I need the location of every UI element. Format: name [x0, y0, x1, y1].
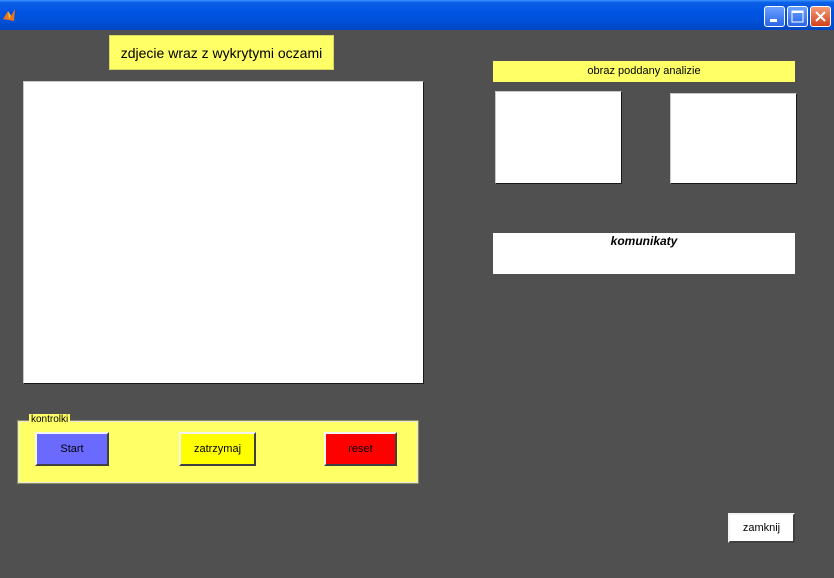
controls-panel-title: kontrolki: [29, 414, 71, 426]
analysis-title-label: obraz poddany analizie: [493, 61, 795, 82]
close-app-button[interactable]: zamknij: [728, 513, 795, 543]
main-image-axes[interactable]: [23, 81, 424, 384]
minimize-button[interactable]: [764, 6, 785, 27]
image-title-label: zdjecie wraz z wykrytymi oczami: [109, 35, 334, 70]
stop-button[interactable]: zatrzymaj: [179, 432, 256, 466]
analysis-right-axes[interactable]: [670, 93, 797, 184]
close-window-button[interactable]: [810, 6, 831, 27]
analysis-left-axes[interactable]: [495, 91, 622, 184]
maximize-button[interactable]: [787, 6, 808, 27]
messages-title: komunikaty: [610, 234, 678, 248]
messages-box: komunikaty: [493, 233, 795, 274]
minimize-icon: [770, 19, 777, 22]
maximize-icon: [791, 10, 804, 23]
title-bar[interactable]: [0, 0, 834, 30]
close-icon: [815, 11, 826, 22]
reset-button[interactable]: reset: [324, 432, 397, 466]
controls-panel: kontrolki Start zatrzymaj reset: [17, 414, 419, 484]
figure-client-area: zdjecie wraz z wykrytymi oczami obraz po…: [0, 30, 834, 578]
start-button[interactable]: Start: [35, 432, 109, 466]
matlab-app-icon: [2, 7, 16, 23]
